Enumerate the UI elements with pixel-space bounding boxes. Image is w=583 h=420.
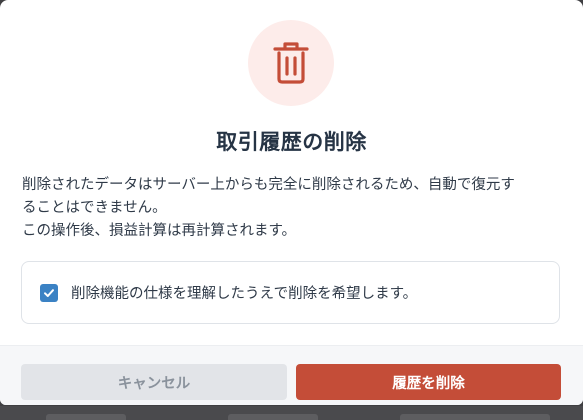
background-row-fragment [46, 414, 126, 420]
description-line: 削除されたデータはサーバー上からも完全に削除されるため、自動で復元す [22, 177, 515, 193]
background-page-strip [0, 406, 583, 420]
background-row-fragment [400, 414, 550, 420]
dialog-description: 削除されたデータはサーバー上からも完全に削除されるため、自動で復元す ることはで… [22, 174, 567, 243]
delete-history-dialog: 取引履歴の削除 削除されたデータはサーバー上からも完全に削除されるため、自動で復… [0, 0, 583, 405]
dialog-footer: キャンセル 履歴を削除 [0, 345, 583, 405]
trash-icon [273, 42, 309, 84]
description-line: ることはできません。 [22, 200, 167, 216]
cancel-button[interactable]: キャンセル [21, 364, 287, 400]
confirm-option-box: 削除機能の仕様を理解したうえで削除を希望します。 [21, 261, 560, 324]
background-row-fragment [228, 414, 318, 420]
trash-icon-badge [248, 20, 334, 106]
delete-history-button[interactable]: 履歴を削除 [296, 364, 561, 400]
confirm-checkbox-label[interactable]: 削除機能の仕様を理解したうえで削除を希望します。 [71, 282, 417, 303]
description-line: この操作後、損益計算は再計算されます。 [22, 223, 297, 239]
checkmark-icon [44, 288, 54, 297]
dialog-title: 取引履歴の削除 [216, 130, 367, 154]
confirm-checkbox[interactable] [40, 283, 58, 302]
